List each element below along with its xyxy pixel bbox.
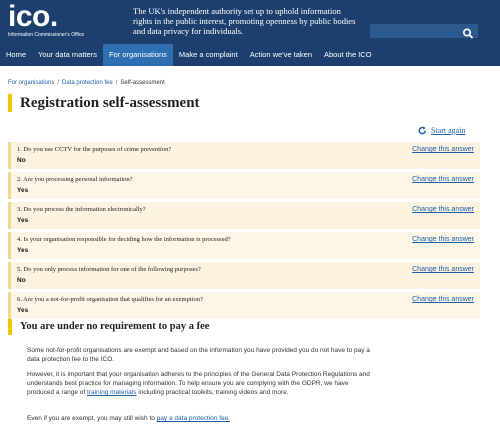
question-text: 3. Do you process the information electr… [17, 206, 146, 213]
fee-text: Even if you are exempt, you may still wi… [27, 415, 157, 422]
change-answer-link[interactable]: Change this answer [412, 176, 474, 183]
guidance-tail: including practical toolkits, training v… [136, 389, 289, 396]
nav-item-about-ico[interactable]: About the ICO [318, 44, 378, 66]
change-answer-link[interactable]: Change this answer [412, 296, 474, 303]
answer-row: 2. Are you processing personal informati… [8, 172, 480, 199]
start-again-link[interactable]: Start again [418, 126, 465, 135]
nav-item-make-a-complaint[interactable]: Make a complaint [173, 44, 244, 66]
change-answer-link[interactable]: Change this answer [412, 146, 474, 153]
search-box [370, 24, 478, 39]
answer-value: No [17, 157, 26, 164]
answer-value: Yes [17, 307, 29, 314]
search-icon[interactable] [462, 26, 474, 39]
search-input[interactable] [371, 25, 461, 37]
breadcrumb-current: Self-assessment [120, 80, 165, 86]
change-answer-link[interactable]: Change this answer [412, 206, 474, 213]
nav-item-home[interactable]: Home [0, 44, 32, 66]
question-text: 6. Are you a not-for-profit organisation… [17, 296, 203, 303]
answer-value: No [17, 277, 26, 284]
fee-paragraph: Even if you are exempt, you may still wi… [27, 414, 372, 423]
nav-item-action-taken[interactable]: Action we've taken [244, 44, 318, 66]
nav-item-your-data-matters[interactable]: Your data matters [32, 44, 103, 66]
result-paragraph: Some not-for-profit organisations are ex… [27, 347, 370, 363]
question-text: 1. Do you use CCTV for the purposes of c… [17, 146, 172, 153]
pay-fee-link[interactable]: pay a data protection fee. [157, 415, 230, 422]
answer-value: Yes [17, 187, 29, 194]
refresh-icon [418, 126, 427, 135]
result-title: You are under no requirement to pay a fe… [8, 319, 209, 335]
start-again-label: Start again [431, 126, 466, 135]
question-text: 4. Is your organisation responsible for … [17, 236, 231, 243]
breadcrumb-separator: / [57, 80, 60, 86]
question-text: 2. Are you processing personal informati… [17, 176, 133, 183]
breadcrumb: For organisations / Data protection fee / Se… [8, 80, 165, 86]
page-title: Registration self-assessment [8, 94, 200, 112]
change-answer-link[interactable]: Change this answer [412, 236, 474, 243]
breadcrumb-for-organisations[interactable]: For organisations [8, 80, 54, 86]
nav-item-for-organisations[interactable]: For organisations [102, 44, 173, 66]
ico-logo[interactable]: ico. [8, 2, 58, 32]
site-header: ico. Information Commissioner's Office T… [0, 0, 500, 44]
training-materials-link[interactable]: training materials [87, 389, 137, 396]
answer-row: 5. Do you only process information for o… [8, 262, 480, 289]
header-tagline: The UK's independent authority set up to… [133, 6, 356, 36]
answer-row: 1. Do you use CCTV for the purposes of c… [8, 142, 480, 169]
change-answer-link[interactable]: Change this answer [412, 266, 474, 273]
main-nav: Home Your data matters For organisations… [0, 44, 500, 66]
answer-value: Yes [17, 217, 29, 224]
logo-subtitle: Information Commissioner's Office [8, 32, 85, 38]
answer-value: Yes [17, 247, 29, 254]
answer-row: 3. Do you process the information electr… [8, 202, 480, 229]
guidance-paragraph: However, it is important that your organ… [27, 370, 372, 397]
answers-list: 1. Do you use CCTV for the purposes of c… [8, 142, 480, 322]
breadcrumb-data-protection-fee[interactable]: Data protection fee [62, 80, 113, 86]
answer-row: 4. Is your organisation responsible for … [8, 232, 480, 259]
answer-row: 6. Are you a not-for-profit organisation… [8, 292, 480, 319]
question-text: 5. Do you only process information for o… [17, 266, 201, 273]
